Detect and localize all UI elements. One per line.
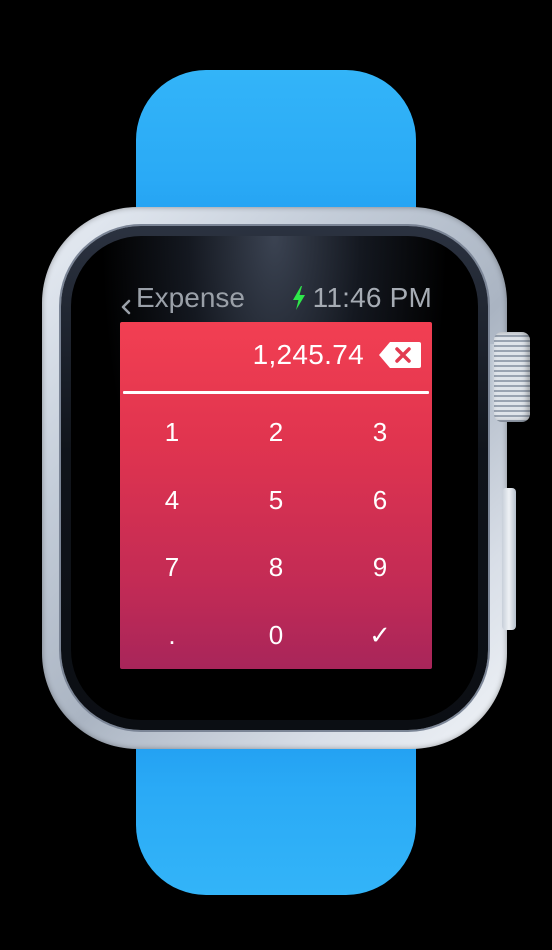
lightning-bolt-icon (291, 285, 307, 311)
key-4[interactable]: 4 (120, 467, 224, 535)
back-button[interactable]: Expense (120, 282, 245, 315)
back-label: Expense (136, 282, 245, 313)
key-7[interactable]: 7 (120, 534, 224, 602)
status-bar: Expense 11:46 PM (120, 278, 432, 318)
number-keys: 1 2 3 4 5 6 7 8 9 . 0 ✓ (120, 399, 432, 669)
clock-time: 11:46 PM (312, 282, 432, 313)
confirm-button[interactable]: ✓ (328, 602, 432, 670)
key-9[interactable]: 9 (328, 534, 432, 602)
key-2[interactable]: 2 (224, 399, 328, 467)
amount-display: 1,245.74 (120, 322, 432, 388)
keypad-panel: 1,245.74 1 2 3 4 5 6 7 8 9 . 0 ✓ (120, 322, 432, 669)
key-0[interactable]: 0 (224, 602, 328, 670)
status-right: 11:46 PM (291, 282, 432, 314)
display-divider (123, 391, 429, 394)
key-6[interactable]: 6 (328, 467, 432, 535)
digital-crown[interactable] (494, 332, 530, 422)
amount-value: 1,245.74 (252, 339, 364, 370)
key-1[interactable]: 1 (120, 399, 224, 467)
backspace-icon[interactable] (378, 341, 422, 369)
side-button[interactable] (502, 488, 516, 630)
watch-mockup: Expense 11:46 PM 1,245.74 1 2 3 4 5 6 7 … (0, 0, 552, 950)
chevron-left-icon (120, 290, 132, 315)
key-decimal[interactable]: . (120, 602, 224, 670)
key-5[interactable]: 5 (224, 467, 328, 535)
key-3[interactable]: 3 (328, 399, 432, 467)
key-8[interactable]: 8 (224, 534, 328, 602)
